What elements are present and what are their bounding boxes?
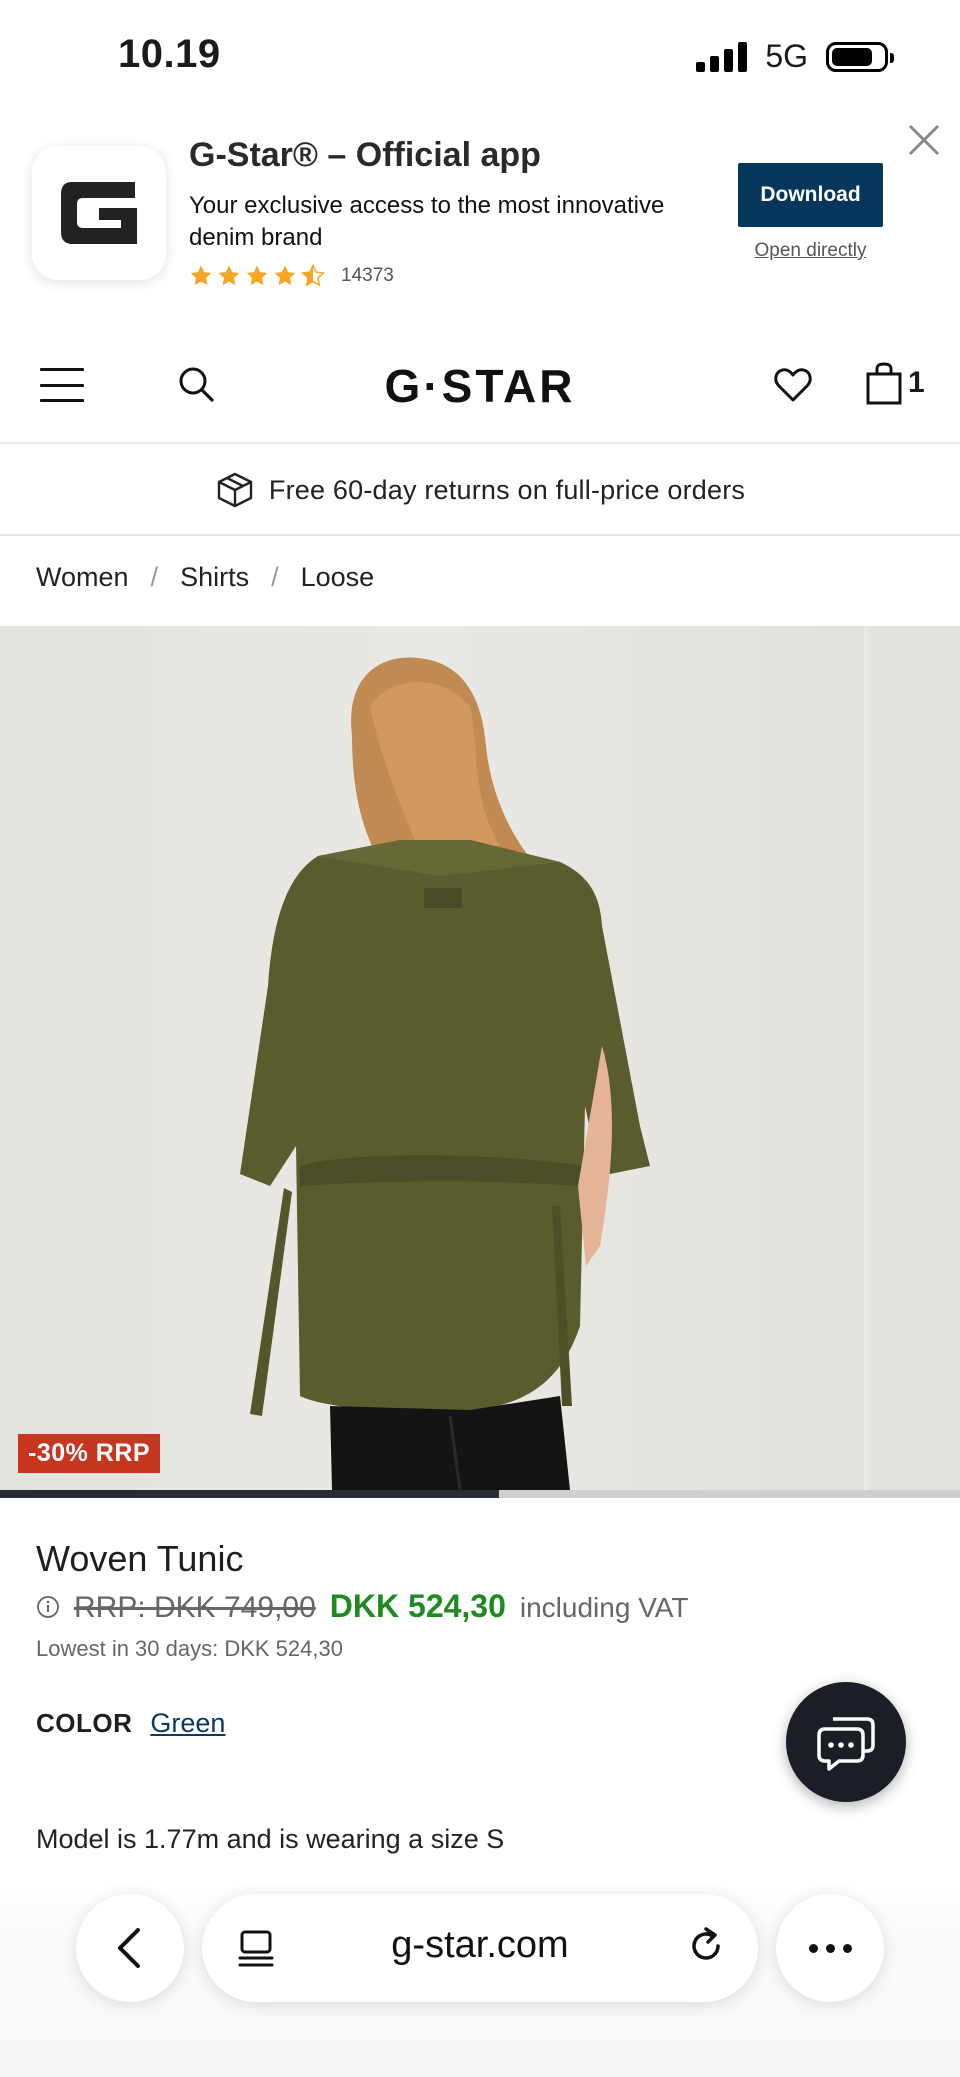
package-icon [217, 472, 253, 508]
close-icon[interactable] [902, 118, 946, 162]
app-install-banner: G-Star® – Official app Your exclusive ac… [0, 110, 960, 310]
chat-icon [817, 1717, 875, 1771]
g-star-logo-icon [61, 182, 137, 244]
info-icon[interactable] [36, 1595, 60, 1619]
color-label: COLOR [36, 1708, 133, 1738]
app-icon[interactable] [32, 146, 166, 280]
product-gallery[interactable]: -30% RRP [0, 626, 960, 1490]
more-dot [842, 1943, 852, 1953]
open-directly-link[interactable]: Open directly [738, 240, 883, 262]
logo-text: G·STAR [385, 362, 576, 410]
next-product-image[interactable] [868, 626, 960, 1490]
breadcrumb-separator: / [150, 562, 159, 592]
address-bar[interactable]: g-star.com [202, 1894, 758, 2002]
menu-icon[interactable] [40, 368, 84, 402]
chat-button[interactable] [786, 1682, 906, 1802]
rating-count: 14373 [341, 265, 394, 286]
breadcrumb-item-women[interactable]: Women [36, 562, 129, 593]
more-dot [808, 1943, 818, 1953]
lowest-price-note: Lowest in 30 days: DKK 524,30 [36, 1636, 343, 1661]
returns-notice: Free 60-day returns on full-price orders [0, 446, 960, 536]
star-icon [190, 265, 212, 286]
battery-icon [826, 41, 894, 72]
site-header: G·STAR 1 [0, 330, 960, 444]
heart-icon[interactable] [773, 365, 813, 405]
gallery-progress-track [0, 1490, 960, 1498]
product-image[interactable] [0, 626, 864, 1490]
star-icon [274, 265, 296, 286]
g-star-logo[interactable]: G·STAR [362, 362, 598, 410]
product-photo-illustration [240, 657, 650, 1490]
status-time: 10.19 [118, 32, 221, 76]
app-rating: 14373 [189, 264, 394, 288]
half-star-icon [301, 264, 325, 287]
model-info: Model is 1.77m and is wearing a size S [36, 1824, 505, 1854]
app-title: G-Star® – Official app [189, 136, 541, 174]
chevron-left-icon [118, 1928, 140, 1968]
search-icon[interactable] [176, 364, 216, 404]
back-button[interactable] [76, 1894, 184, 2002]
shopping-bag-icon[interactable] [864, 362, 904, 406]
url-text[interactable]: g-star.com [202, 1924, 758, 1967]
sale-price: DKK 524,30 [329, 1588, 506, 1624]
breadcrumb-separator: / [271, 562, 279, 592]
breadcrumb-item-shirts[interactable]: Shirts [180, 562, 249, 593]
discount-badge: -30% RRP [18, 1434, 161, 1473]
price-row: RRP: DKK 749,00 DKK 524,30 including VAT [36, 1588, 689, 1625]
more-options-button[interactable] [776, 1894, 884, 2002]
breadcrumb-item-loose[interactable]: Loose [301, 562, 375, 593]
color-link[interactable]: Green [150, 1708, 225, 1739]
rrp-price: RRP: DKK 749,00 [74, 1591, 316, 1624]
more-dot [825, 1943, 835, 1953]
bag-count[interactable]: 1 [908, 366, 925, 400]
download-button[interactable]: Download [738, 163, 883, 227]
app-description: Your exclusive access to the most innova… [189, 192, 665, 251]
browser-toolbar: g-star.com [0, 1880, 960, 2077]
vat-note: including VAT [519, 1592, 689, 1623]
gallery-progress-fill [0, 1490, 500, 1498]
star-icon [246, 265, 268, 286]
status-bar: 10.19 5G [0, 0, 960, 110]
returns-text: Free 60-day returns on full-price orders [268, 474, 746, 505]
network-label: 5G [765, 38, 808, 74]
color-row: COLOR Green [36, 1708, 225, 1739]
breadcrumb: Women / Shirts / Loose [36, 562, 374, 593]
reload-icon[interactable] [684, 1924, 728, 1968]
signal-icon [696, 41, 748, 72]
star-icon [218, 265, 240, 286]
status-indicators: 5G [696, 38, 894, 75]
product-title: Woven Tunic [36, 1538, 244, 1579]
